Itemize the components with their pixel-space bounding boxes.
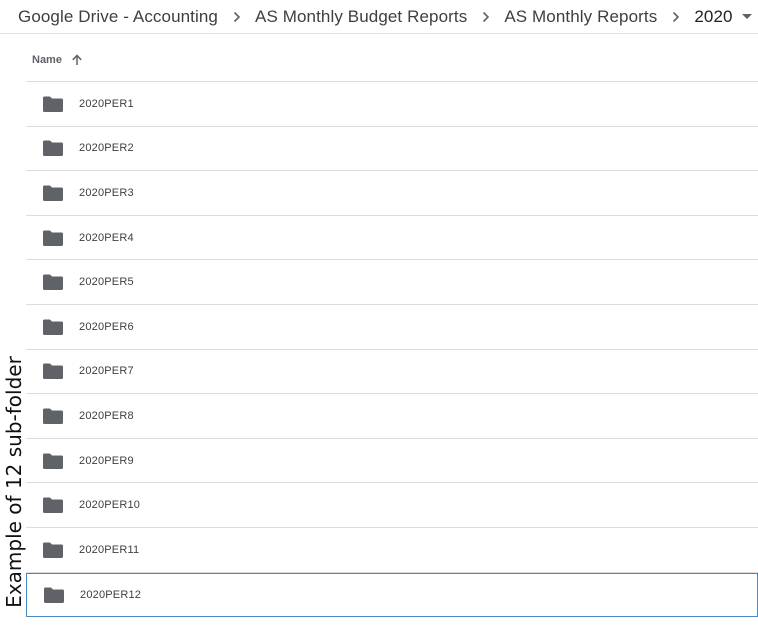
file-name: 2020PER12 (80, 588, 142, 601)
file-name: 2020PER1 (79, 97, 134, 110)
folder-icon (44, 587, 64, 603)
file-name: 2020PER7 (79, 365, 134, 378)
list-item[interactable]: 2020PER2 (26, 127, 758, 172)
list-item[interactable]: 2020PER4 (26, 216, 758, 261)
arrow-up-icon[interactable] (71, 54, 83, 66)
folder-icon (43, 497, 63, 514)
breadcrumb-item-as-monthly-budget-reports[interactable]: AS Monthly Budget Reports (255, 7, 467, 27)
folder-icon (43, 96, 63, 112)
list-header: Name (26, 39, 758, 82)
folder-icon (43, 274, 63, 291)
file-name: 2020PER8 (79, 409, 134, 422)
file-name: 2020PER6 (79, 320, 134, 333)
folder-icon (43, 408, 63, 424)
folder-icon (43, 319, 63, 335)
list-item[interactable]: 2020PER9 (26, 439, 758, 484)
chevron-right-icon (218, 7, 255, 27)
list-item[interactable]: 2020PER3 (26, 171, 758, 216)
folder-icon (43, 363, 63, 380)
breadcrumb: Google Drive - Accounting AS Monthly Bud… (0, 0, 758, 34)
file-name: 2020PER4 (79, 231, 134, 244)
file-name: 2020PER11 (79, 543, 140, 556)
folder-icon (43, 140, 63, 157)
file-name: 2020PER2 (79, 142, 134, 155)
list-item[interactable]: 2020PER7 (26, 350, 758, 395)
list-item[interactable]: 2020PER10 (26, 483, 758, 528)
breadcrumb-item-google-drive-accounting[interactable]: Google Drive - Accounting (18, 7, 218, 27)
drive-window: Google Drive - Accounting AS Monthly Bud… (0, 0, 758, 625)
column-header-name[interactable]: Name (32, 54, 62, 66)
list-item[interactable]: 2020PER5 (26, 260, 758, 305)
file-name: 2020PER5 (79, 276, 134, 289)
list-item[interactable]: 2020PER6 (26, 305, 758, 350)
caret-down-icon[interactable] (737, 7, 758, 27)
breadcrumb-item-current-folder[interactable]: 2020 (694, 7, 732, 27)
folder-icon (43, 453, 63, 469)
file-name: 2020PER3 (79, 186, 134, 199)
breadcrumb-item-as-monthly-reports[interactable]: AS Monthly Reports (504, 7, 657, 27)
folder-icon (43, 542, 63, 558)
file-list: Name 2020PER1 2020PER2 2020PER3 2020PER4 (26, 39, 758, 618)
folder-icon (43, 185, 63, 201)
chevron-right-icon (467, 7, 504, 27)
folder-icon (43, 230, 63, 246)
file-name: 2020PER9 (79, 454, 134, 467)
list-item-selected[interactable]: 2020PER12 (26, 572, 758, 618)
annotation-label: Example of 12 sub-folder (2, 356, 26, 608)
file-name: 2020PER10 (79, 499, 141, 512)
list-item[interactable]: 2020PER8 (26, 394, 758, 439)
chevron-right-icon (657, 7, 694, 27)
list-item[interactable]: 2020PER1 (26, 82, 758, 127)
list-item[interactable]: 2020PER11 (26, 528, 758, 573)
